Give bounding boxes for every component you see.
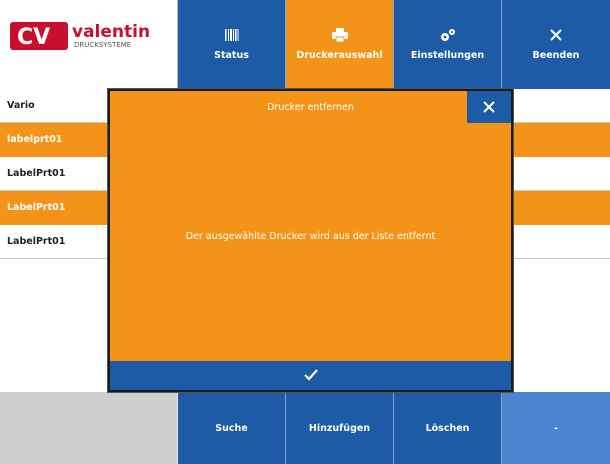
nav-einstellungen-button[interactable]: Einstellungen xyxy=(394,0,502,89)
list-item-label: LabelPrt01 xyxy=(7,236,66,247)
hinzufuegen-button[interactable]: Hinzufügen xyxy=(286,392,394,464)
suche-button[interactable]: Suche xyxy=(178,392,286,464)
dialog-message: Der ausgewählte Drucker wird aus der Lis… xyxy=(185,231,436,242)
logo-mark: CV valentin DRUCKSYSTEME xyxy=(10,22,150,50)
checkmark-icon xyxy=(303,366,318,386)
nav-druckerauswahl-label: Druckerauswahl xyxy=(296,50,383,61)
close-icon xyxy=(483,98,495,117)
nav-status-button[interactable]: Status xyxy=(178,0,286,89)
nav-beenden-button[interactable]: Beenden xyxy=(502,0,610,89)
list-item-label: labelprt01 xyxy=(7,134,63,145)
brand-logo: CV valentin DRUCKSYSTEME xyxy=(0,0,178,89)
svg-text:CV: CV xyxy=(17,25,50,50)
loeschen-button[interactable]: Löschen xyxy=(394,392,502,464)
list-item-label: LabelPrt01 xyxy=(7,202,66,213)
svg-text:DRUCKSYSTEME: DRUCKSYSTEME xyxy=(74,41,131,49)
close-icon xyxy=(550,28,562,45)
gears-icon xyxy=(440,28,456,45)
remove-printer-dialog: Drucker entfernen Der ausgewählte Drucke… xyxy=(108,89,513,392)
nav-druckerauswahl-button[interactable]: Druckerauswahl xyxy=(286,0,394,89)
nav-einstellungen-label: Einstellungen xyxy=(410,50,485,61)
nav-beenden-label: Beenden xyxy=(532,50,580,61)
dialog-confirm-button[interactable] xyxy=(110,361,511,390)
list-item-label: Vario xyxy=(7,100,35,111)
placeholder-button[interactable]: - xyxy=(502,392,610,464)
footer-spacer xyxy=(0,392,178,464)
svg-text:valentin: valentin xyxy=(72,22,150,42)
dialog-close-button[interactable] xyxy=(467,91,511,123)
dialog-title: Drucker entfernen xyxy=(267,101,354,113)
printer-icon xyxy=(331,28,348,45)
footer-toolbar: Suche Hinzufügen Löschen - xyxy=(0,392,610,464)
barcode-icon xyxy=(224,28,239,45)
list-item-label: LabelPrt01 xyxy=(7,168,66,179)
nav-status-label: Status xyxy=(214,50,249,61)
header: CV valentin DRUCKSYSTEME Status Druckera… xyxy=(0,0,610,89)
